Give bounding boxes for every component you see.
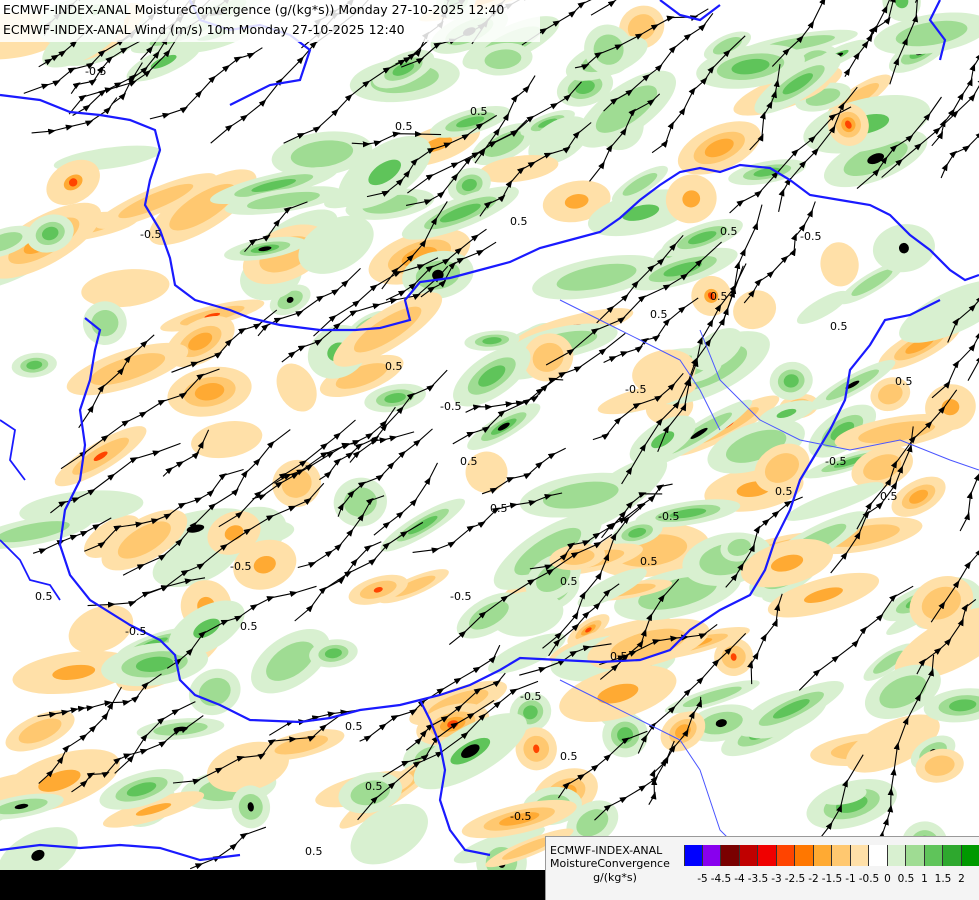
legend-variable: MoistureConvergence [550,857,670,870]
legend-tick-label: -3.5 [747,873,769,885]
contour-label: 0.5 [720,225,738,238]
contour-label: 0.5 [365,780,383,793]
contour-label: 0.5 [895,375,913,388]
legend-swatch [721,845,740,866]
map-bottom-bar [0,870,560,900]
legend-tick-label: -2 [808,873,819,885]
contour-label: -0.5 [625,383,646,396]
contour-label: 0.5 [560,575,578,588]
legend-swatch [758,845,777,866]
legend-title: ECMWF-INDEX-ANAL MoistureConvergence g/(… [550,844,680,884]
legend-tick-label: 2 [958,873,965,885]
legend-unit: g/(kg*s) [593,871,637,884]
legend-swatch [776,845,795,866]
legend-ticks: -5 -4.5 -4 -3.5 -3 -2.5 -2 -1.5 -1 -0.5 0 0.5 1 1.5 2 [679,873,979,887]
legend-tick-label: 0.5 [897,873,915,885]
legend-swatch [813,845,832,866]
contour-label: -0.5 [450,590,471,603]
contour-label: 0.5 [490,502,508,515]
legend-tick-label: -2.5 [784,873,806,885]
contour-label: 0.5 [240,620,258,633]
moisture-title: ECMWF-INDEX-ANAL MoistureConvergence (g/… [3,2,505,17]
contour-label: 0.5 [650,308,668,321]
legend-swatch [943,845,962,866]
legend-tick-label: -1 [845,873,856,885]
legend-swatch [684,845,703,866]
contour-label: -0.5 [520,690,541,703]
legend-swatch [887,845,906,866]
contour-label: 0.5 [510,215,528,228]
contour-label: -0.5 [140,228,161,241]
legend-swatch [795,845,814,866]
legend-model: ECMWF-INDEX-ANAL [550,844,663,857]
legend-tick-label: -5 [697,873,708,885]
legend-tick-label: -0.5 [858,873,880,885]
moisture-convergence-map: -0.5 0.5 0.5 -0.5 0.5 0.5 -0.5 0.5 0.5 -0.5 0.5 0.5… [0,0,979,900]
color-legend: ECMWF-INDEX-ANAL MoistureConvergence g/(… [545,836,979,900]
contour-label: 0.5 [345,720,363,733]
legend-swatch [869,845,888,866]
legend-swatch [702,845,721,866]
legend-tick-label: 1.5 [934,873,952,885]
legend-swatch [739,845,758,866]
legend-swatch [906,845,925,866]
legend-swatch [961,845,979,866]
contour-label: -0.5 [658,510,679,523]
legend-swatch [924,845,943,866]
contour-label: 0.5 [640,555,658,568]
contour-label: -0.5 [825,455,846,468]
contour-label: 0.5 [610,650,628,663]
contour-label: 0.5 [710,290,728,303]
legend-tick-label: 0 [884,873,891,885]
contour-label: 0.5 [560,750,578,763]
contour-label: 0.5 [775,485,793,498]
contour-label: 0.5 [470,105,488,118]
contour-label: 0.5 [830,320,848,333]
contour-label: -0.5 [125,625,146,638]
contour-label: 0.5 [880,490,898,503]
contour-label: -0.5 [85,65,106,78]
legend-swatch [850,845,869,866]
legend-swatches [684,845,979,866]
contour-label: -0.5 [510,810,531,823]
contour-label: 0.5 [385,360,403,373]
contour-label: 0.5 [305,845,323,858]
legend-tick-label: -4.5 [710,873,732,885]
contour-label: 0.5 [35,590,53,603]
legend-tick-label: -3 [771,873,782,885]
legend-swatch [832,845,851,866]
contour-label: 0.5 [395,120,413,133]
legend-tick-label: 1 [921,873,928,885]
map-title-box: ECMWF-INDEX-ANAL MoistureConvergence (g/… [0,0,540,42]
legend-tick-label: -4 [734,873,745,885]
contour-label: -0.5 [800,230,821,243]
contour-label: -0.5 [230,560,251,573]
contour-label: -0.5 [440,400,461,413]
contour-label: 0.5 [460,455,478,468]
legend-tick-label: -1.5 [821,873,843,885]
wind-title: ECMWF-INDEX-ANAL Wind (m/s) 10m Monday 2… [3,22,405,37]
